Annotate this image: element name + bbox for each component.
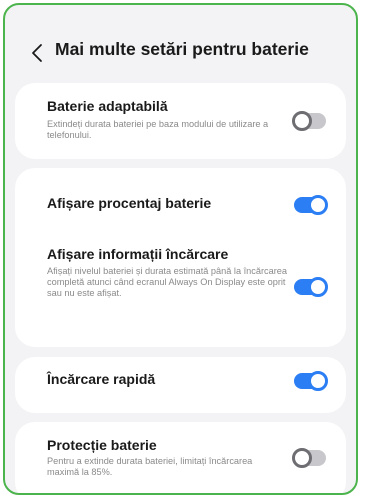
battery-percentage-toggle[interactable] — [294, 195, 328, 215]
charging-info-toggle[interactable] — [294, 277, 328, 297]
chevron-left-icon[interactable] — [31, 43, 43, 63]
toggle-knob — [292, 111, 312, 131]
adaptive-battery-toggle[interactable] — [292, 111, 326, 131]
fast-charging-card: Încărcare rapidă — [15, 357, 346, 413]
setting-title: Protecție baterie — [47, 437, 157, 453]
setting-title: Încărcare rapidă — [47, 371, 156, 387]
setting-row-charging-info[interactable]: Afișare informații încărcare Afișați niv… — [15, 226, 346, 347]
setting-description: Extindeți durata bateriei pe baza modulu… — [47, 119, 269, 140]
setting-description: Pentru a extinde durata bateriei, limita… — [47, 456, 253, 477]
setting-row-battery-protection[interactable]: Protecție baterie Pentru a extinde durat… — [15, 422, 346, 493]
adaptive-battery-card: Baterie adaptabilă Extindeți durata bate… — [15, 83, 346, 159]
battery-protection-toggle[interactable] — [292, 448, 326, 468]
setting-row-adaptive-battery[interactable]: Baterie adaptabilă Extindeți durata bate… — [15, 83, 346, 159]
setting-title: Afișare informații încărcare — [47, 246, 229, 262]
setting-row-fast-charging[interactable]: Încărcare rapidă — [15, 357, 346, 413]
toggle-knob — [308, 277, 328, 297]
setting-description: Afișați nivelul bateriei și durata estim… — [47, 266, 288, 298]
settings-screen: Mai multe setări pentru baterie Baterie … — [3, 3, 358, 495]
toggle-knob — [308, 371, 328, 391]
setting-title: Afișare procentaj baterie — [47, 195, 212, 211]
battery-protection-card: Protecție baterie Pentru a extinde durat… — [15, 422, 346, 493]
setting-title: Baterie adaptabilă — [47, 98, 168, 114]
top-bar: Mai multe setări pentru baterie — [5, 5, 356, 83]
toggle-knob — [308, 195, 328, 215]
setting-row-battery-percentage[interactable]: Afișare procentaj baterie — [15, 168, 346, 226]
fast-charging-toggle[interactable] — [294, 371, 328, 391]
page-title: Mai multe setări pentru baterie — [55, 39, 309, 59]
toggle-knob — [292, 448, 312, 468]
battery-display-card: Afișare procentaj baterie Afișare inform… — [15, 168, 346, 347]
